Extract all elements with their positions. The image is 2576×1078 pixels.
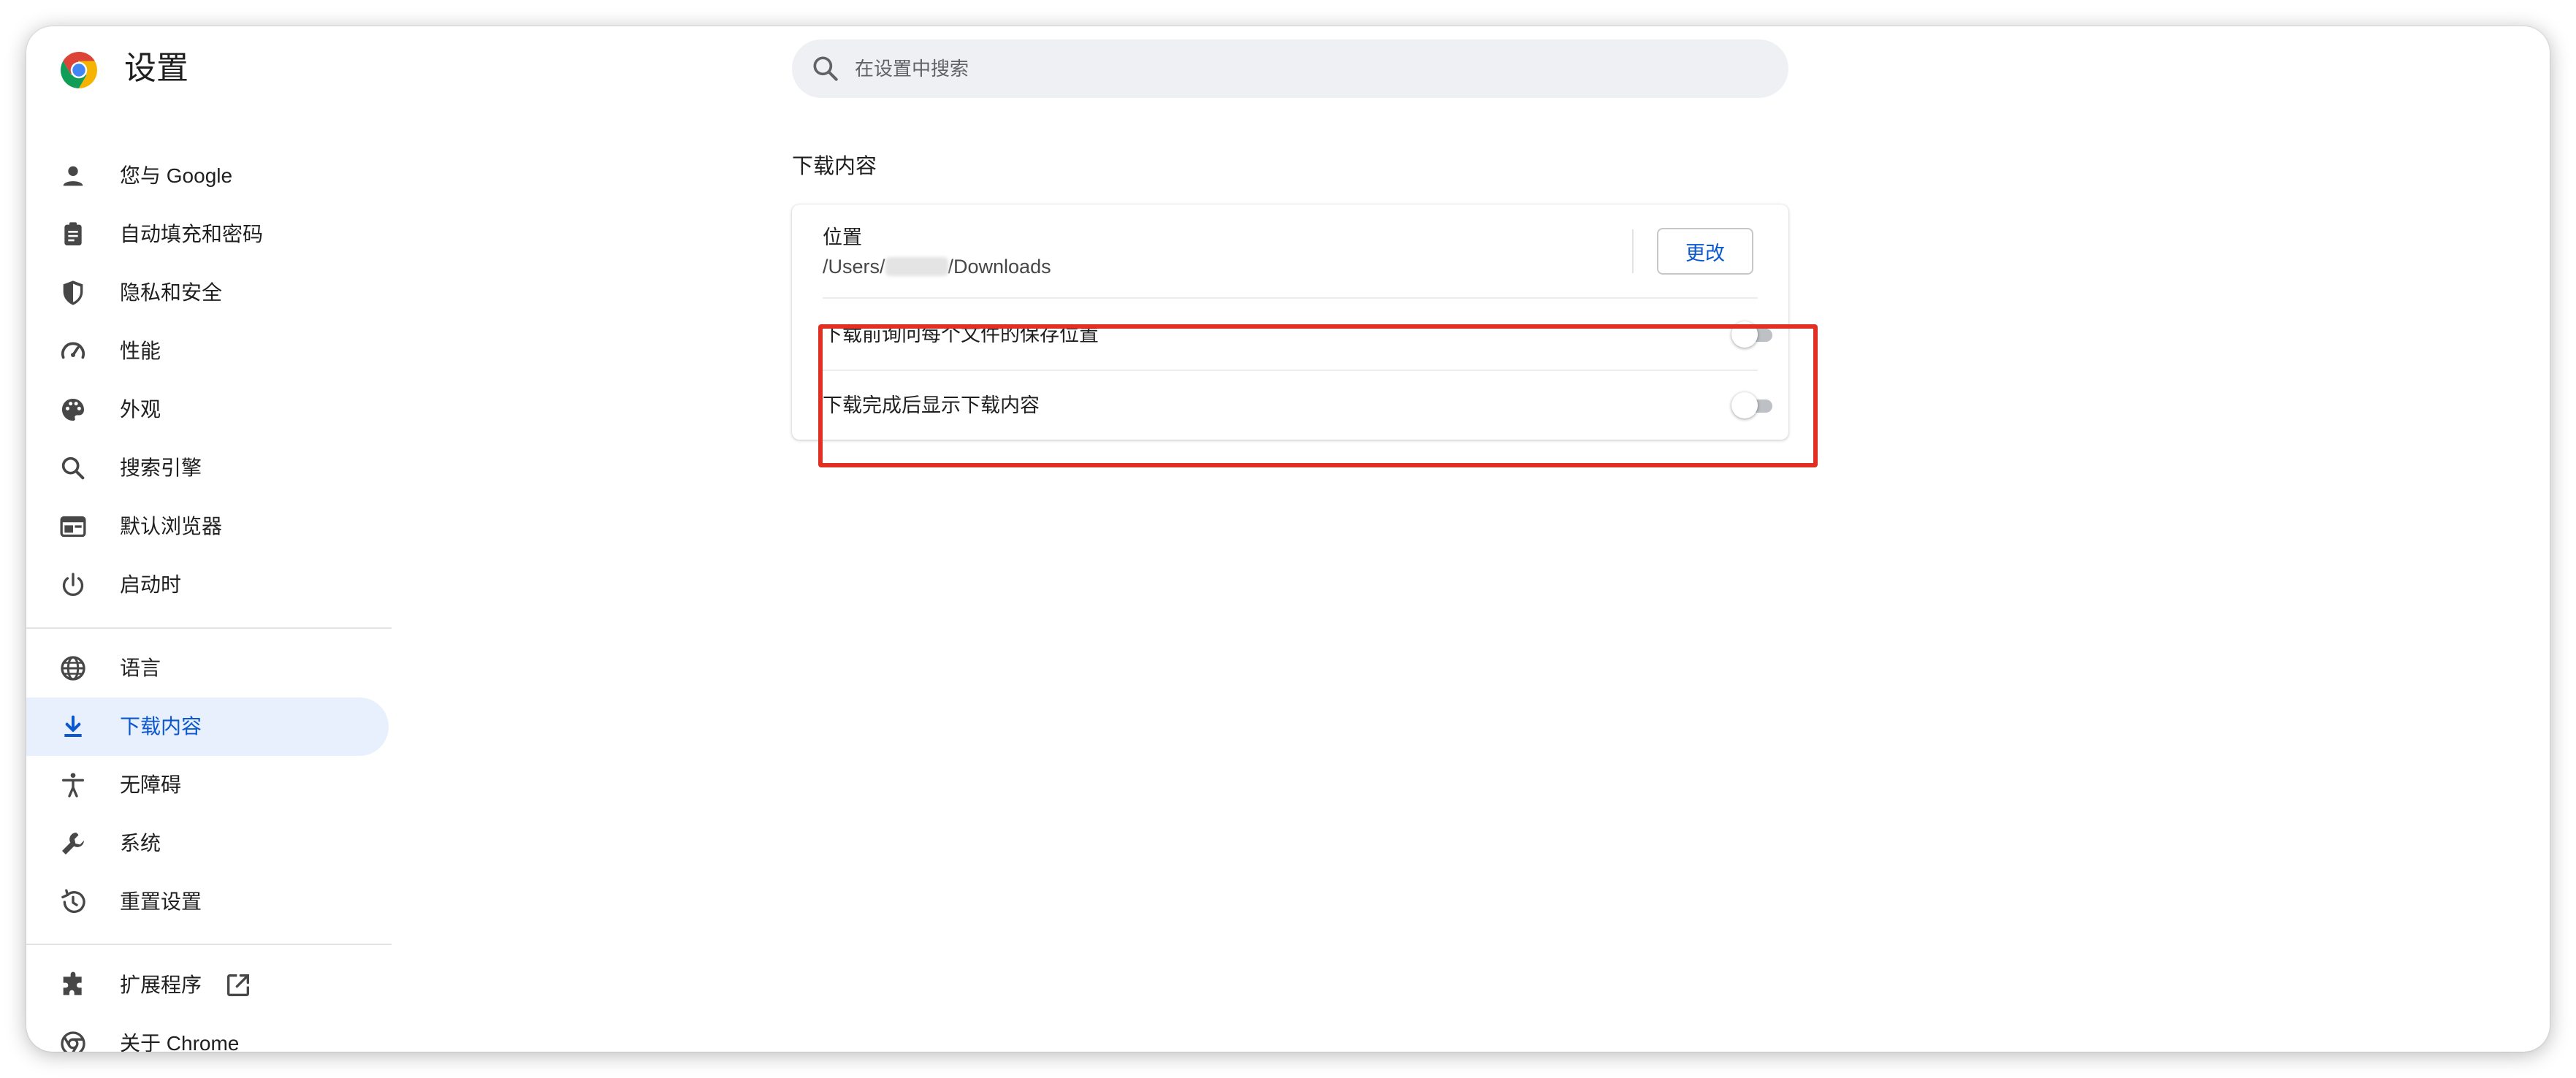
ask-save-location-toggle[interactable] (1731, 321, 1772, 348)
person-icon (63, 166, 83, 186)
sidebar-item-label: 搜索引擎 (120, 456, 202, 479)
ask-save-location-row[interactable]: 下载前询问每个文件的保存位置 (792, 299, 1788, 370)
sidebar-divider (26, 627, 392, 629)
sidebar-item-appearance[interactable]: 外观 (26, 381, 389, 439)
sidebar-item-label: 无障碍 (120, 773, 182, 796)
location-label: 位置 (823, 226, 862, 248)
sidebar-item-label: 扩展程序 (120, 974, 202, 996)
speedometer-icon (61, 342, 85, 359)
sidebar-item-performance[interactable]: 性能 (26, 322, 389, 381)
show-downloads-label: 下载完成后显示下载内容 (823, 394, 1040, 416)
chrome-icon (61, 1031, 85, 1052)
header: 设置 (26, 26, 2550, 136)
wrench-icon (62, 833, 84, 855)
location-path: /Users/ /Downloads (823, 253, 1051, 280)
path-prefix: /Users/ (823, 256, 885, 278)
sidebar-item-about-chrome[interactable]: 关于 Chrome (26, 1014, 389, 1052)
sidebar-item-label: 系统 (120, 832, 161, 855)
vertical-divider (1632, 229, 1634, 273)
search-icon (61, 456, 85, 480)
sidebar-item-label: 隐私和安全 (120, 281, 223, 304)
sidebar-item-search-engine[interactable]: 搜索引擎 (26, 439, 389, 497)
sidebar-item-you-and-google[interactable]: 您与 Google (26, 147, 389, 205)
search-input[interactable] (855, 39, 1731, 98)
sidebar-item-privacy[interactable]: 隐私和安全 (26, 264, 389, 322)
ask-save-location-label: 下载前询问每个文件的保存位置 (823, 324, 1099, 345)
show-downloads-row[interactable]: 下载完成后显示下载内容 (792, 370, 1788, 440)
sidebar-item-reset-settings[interactable]: 重置设置 (26, 873, 389, 931)
sidebar-item-label: 启动时 (120, 573, 182, 596)
shield-icon (63, 280, 83, 305)
sidebar-item-label: 性能 (120, 340, 161, 362)
search-icon (813, 56, 838, 81)
sidebar-item-label: 关于 Chrome (120, 1032, 240, 1052)
sidebar-item-accessibility[interactable]: 无障碍 (26, 756, 389, 814)
sidebar-item-label: 语言 (120, 657, 161, 679)
accessibility-icon (62, 773, 85, 798)
chrome-logo-icon (61, 52, 97, 88)
show-downloads-toggle[interactable] (1731, 392, 1772, 418)
sidebar-item-downloads[interactable]: 下载内容 (26, 697, 389, 756)
downloads-card: 位置 /Users/ /Downloads 更改 下载前询问每个文件的保存位置 下… (792, 204, 1788, 440)
redacted-username (885, 257, 948, 276)
power-icon (62, 573, 84, 596)
path-suffix: /Downloads (948, 256, 1051, 278)
toggle-knob (1731, 392, 1758, 418)
puzzle-icon (63, 971, 82, 995)
sidebar-item-label: 下载内容 (120, 715, 202, 738)
sidebar-item-label: 重置设置 (120, 890, 202, 913)
sidebar-item-label: 您与 Google (120, 164, 233, 187)
download-icon (64, 715, 82, 737)
sidebar-item-label: 外观 (120, 398, 161, 421)
row-separator (823, 297, 1758, 299)
search-bar[interactable] (792, 39, 1788, 98)
history-icon (61, 889, 85, 914)
sidebar-item-extensions[interactable]: 扩展程序 (26, 956, 389, 1014)
settings-window: 设置 您与 Google (26, 26, 2550, 1052)
sidebar-item-default-browser[interactable]: 默认浏览器 (26, 497, 389, 556)
open-in-new-icon (227, 974, 249, 996)
sidebar-item-on-startup[interactable]: 启动时 (26, 556, 389, 614)
page-title: 设置 (124, 50, 188, 86)
change-location-button[interactable]: 更改 (1657, 228, 1753, 275)
sidebar-item-languages[interactable]: 语言 (26, 639, 389, 697)
clipboard-icon (64, 222, 82, 245)
sidebar-item-label: 默认浏览器 (120, 515, 223, 538)
globe-icon (61, 656, 85, 681)
browser-window-icon (60, 516, 86, 538)
sidebar-divider (26, 944, 392, 945)
section-title: 下载内容 (792, 155, 877, 178)
sidebar-item-label: 自动填充和密码 (120, 223, 264, 245)
sidebar-item-autofill[interactable]: 自动填充和密码 (26, 205, 389, 264)
toggle-knob (1731, 321, 1758, 348)
sidebar-item-system[interactable]: 系统 (26, 814, 389, 873)
palette-icon (62, 399, 84, 421)
